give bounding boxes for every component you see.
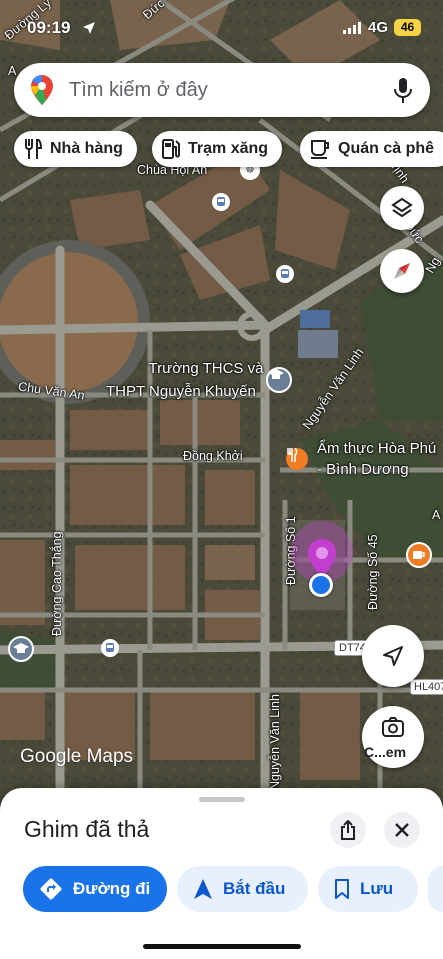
map-label-restaurant-line2: - Bình Dương — [317, 461, 409, 478]
network-type: 4G — [368, 19, 389, 36]
chip-label: Trạm xăng — [188, 140, 269, 157]
map-label-restaurant-line1: Ẩm thực Hòa Phú — [317, 440, 437, 457]
bus-stop-icon[interactable] — [276, 265, 294, 283]
share-icon — [341, 820, 355, 840]
google-maps-watermark: Google Maps — [20, 746, 133, 768]
camera-search-label: C...em — [364, 744, 407, 760]
directions-icon — [40, 878, 62, 900]
google-wordmark: Google — [20, 746, 82, 767]
directions-label: Đường đi — [73, 879, 151, 898]
maps-wordmark: Maps — [86, 746, 134, 767]
bookmark-icon — [335, 879, 349, 899]
restaurant-pin-icon[interactable] — [286, 448, 308, 470]
share-button[interactable] — [330, 812, 366, 848]
map-label-duong-so-45: Đường Số 45 — [366, 534, 380, 610]
map-label-duong-cao-thang: Đường Cao Thắng — [50, 531, 64, 636]
chip-label: Quán cà phê — [338, 140, 435, 157]
route-shield-hl407: HL407 — [410, 679, 443, 695]
chip-restaurants[interactable]: Nhà hàng — [14, 131, 137, 167]
bus-stop-icon[interactable] — [101, 639, 119, 657]
place-sheet[interactable]: Ghim đã thả Đường đi Bắt đầu Lưu — [0, 788, 443, 959]
map-label-a-right: A — [432, 508, 441, 522]
battery-icon: 46 — [394, 19, 421, 36]
restaurant-icon — [25, 139, 42, 159]
signal-strength-icon — [343, 22, 361, 34]
microphone-icon[interactable] — [394, 78, 412, 104]
map-label-a-left: A — [8, 64, 17, 78]
search-input[interactable]: Tìm kiếm ở đây — [69, 79, 208, 102]
map-label-school-line2: THPT Nguyễn Khuyến — [106, 383, 256, 400]
status-bar: 09:19 4G 46 — [0, 0, 443, 52]
chip-coffee[interactable]: Quán cà phê — [300, 131, 443, 167]
dropped-pin-icon[interactable] — [308, 539, 336, 577]
coffee-icon — [311, 140, 329, 159]
search-bar[interactable]: Tìm kiếm ở đây — [14, 63, 430, 117]
start-button[interactable]: Bắt đầu — [177, 866, 308, 912]
close-button[interactable] — [384, 812, 420, 848]
save-label: Lưu — [360, 879, 394, 898]
navigation-arrow-icon — [383, 646, 403, 666]
start-label: Bắt đầu — [223, 879, 286, 898]
coffee-poi-icon[interactable] — [406, 542, 432, 568]
close-icon — [395, 823, 409, 837]
gas-station-icon — [162, 139, 180, 159]
save-button[interactable]: Lưu — [318, 866, 418, 912]
compass-icon — [394, 263, 410, 279]
chip-gas-stations[interactable]: Trạm xăng — [152, 131, 283, 167]
chip-label: Nhà hàng — [50, 140, 123, 157]
status-time: 09:19 — [27, 18, 71, 37]
my-location-button[interactable] — [362, 625, 424, 687]
sheet-drag-handle[interactable] — [199, 797, 245, 802]
home-indicator[interactable] — [143, 944, 301, 949]
map-label-dong-khoi: Đồng Khởi — [183, 449, 243, 463]
google-maps-logo-icon — [31, 75, 53, 105]
layers-button[interactable] — [380, 186, 424, 230]
school-icon-left[interactable] — [8, 636, 34, 662]
camera-icon — [382, 717, 404, 737]
map-label-school-line1: Trường THCS và — [148, 360, 264, 377]
directions-button[interactable]: Đường đi — [23, 866, 167, 912]
compass-button[interactable] — [380, 249, 424, 293]
layers-icon — [391, 197, 413, 218]
sheet-title: Ghim đã thả — [24, 816, 150, 842]
more-actions-button[interactable] — [428, 866, 443, 912]
map-label-nguyen-van-linh-lower: Nguyễn Văn Linh — [268, 694, 282, 790]
bus-stop-icon[interactable] — [212, 193, 230, 211]
my-location-marker — [309, 573, 333, 597]
location-services-icon — [83, 22, 95, 34]
navigation-arrow-icon — [194, 879, 212, 899]
school-icon[interactable] — [266, 367, 292, 393]
